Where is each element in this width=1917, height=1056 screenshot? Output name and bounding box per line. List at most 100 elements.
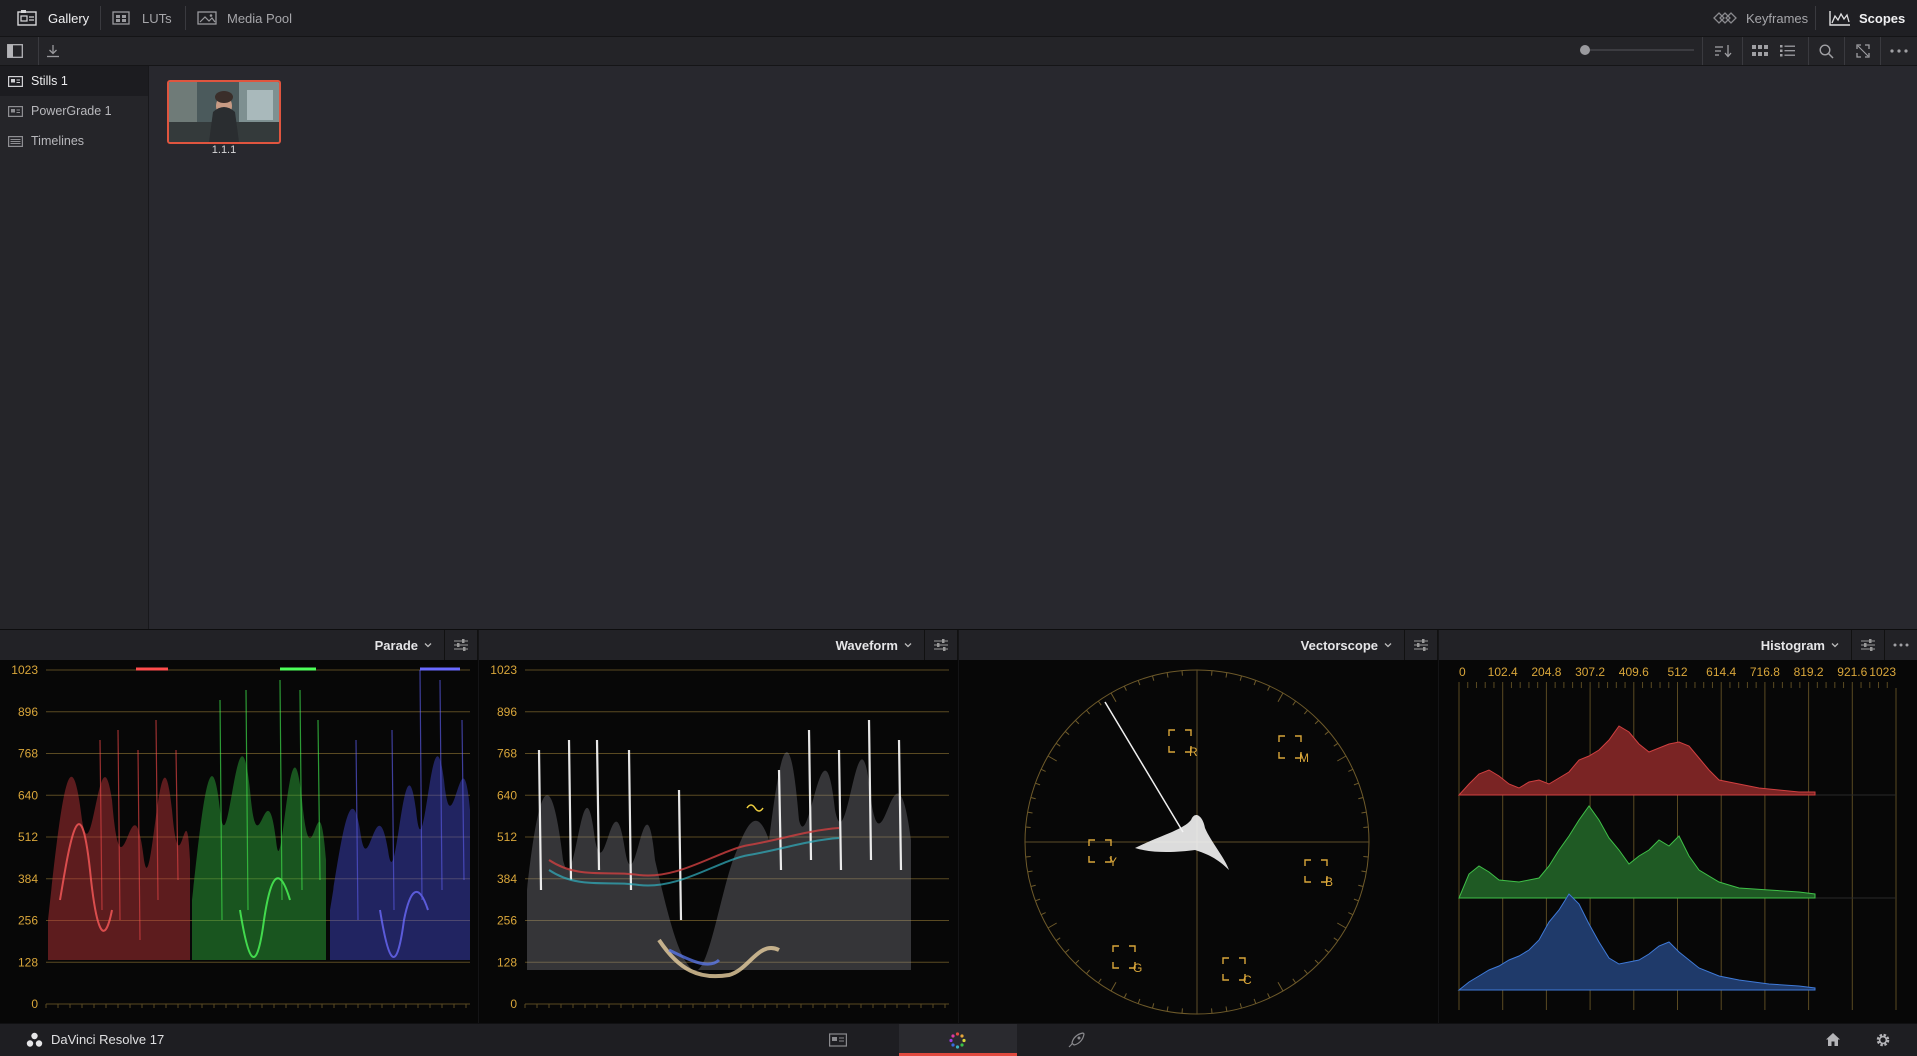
divider bbox=[1702, 37, 1703, 65]
vectorscope-tick bbox=[1240, 676, 1241, 681]
still-thumbnail[interactable] bbox=[167, 80, 281, 144]
zoom-slider-handle[interactable] bbox=[1580, 45, 1590, 55]
page-deliver-button[interactable] bbox=[1068, 1032, 1085, 1051]
sidebar-item-powergrade-1[interactable]: PowerGrade 1 bbox=[0, 96, 148, 126]
sort-icon[interactable] bbox=[1713, 41, 1733, 61]
vectorscope-tick bbox=[1086, 970, 1089, 974]
vectorscope-tick bbox=[1041, 769, 1046, 771]
search-icon[interactable] bbox=[1816, 41, 1836, 61]
grid-view-icon[interactable] bbox=[1750, 41, 1770, 61]
vectorscope-target-g: G bbox=[1113, 946, 1142, 975]
page-color-button[interactable] bbox=[899, 1024, 1017, 1056]
project-settings-button[interactable] bbox=[1875, 1032, 1891, 1051]
vectorscope-tick bbox=[1358, 797, 1363, 798]
histogram-scale-label: 1023 bbox=[1869, 665, 1896, 679]
vectorscope-tick bbox=[1334, 938, 1338, 941]
vectorscope-tick bbox=[1031, 885, 1036, 886]
vectorscope-tick bbox=[1041, 913, 1046, 915]
parade-scale-label: 640 bbox=[18, 788, 38, 802]
color-page-icon bbox=[949, 1032, 966, 1049]
histogram-blue bbox=[1459, 894, 1815, 990]
tab-keyframes[interactable]: Keyframes bbox=[1712, 0, 1808, 36]
parade-settings-button[interactable] bbox=[444, 630, 477, 660]
vectorscope-tick bbox=[1035, 783, 1040, 785]
histogram-scale-label: 512 bbox=[1667, 665, 1687, 679]
vectorscope-targets: RMYBGC bbox=[1089, 730, 1333, 987]
chevron-down-icon[interactable] bbox=[1829, 639, 1841, 651]
waveform-scope: 10238967686405123842561280 bbox=[479, 660, 958, 1024]
vectorscope-target-c: C bbox=[1223, 958, 1252, 987]
media-page-icon bbox=[829, 1032, 847, 1047]
app-name: DaVinci Resolve 17 bbox=[51, 1032, 164, 1047]
vectorscope-tick bbox=[1048, 923, 1057, 928]
home-button[interactable] bbox=[1825, 1032, 1841, 1050]
histogram-scale-label: 614.4 bbox=[1706, 665, 1736, 679]
vectorscope-tick bbox=[1325, 731, 1329, 734]
vectorscope-target-r: R bbox=[1169, 730, 1198, 759]
vectorscope-target-label: G bbox=[1133, 961, 1142, 975]
resolve-logo-icon bbox=[26, 1032, 43, 1051]
sidebar-item-timelines[interactable]: Timelines bbox=[0, 126, 148, 156]
tab-gallery-label: Gallery bbox=[48, 11, 89, 26]
vectorscope-tick bbox=[1226, 1006, 1227, 1011]
vectorscope-settings-button[interactable] bbox=[1404, 630, 1437, 660]
vectorscope-tick bbox=[1035, 899, 1040, 901]
sidebar-toggle-icon[interactable] bbox=[5, 41, 25, 61]
waveform-header: Waveform bbox=[479, 630, 958, 660]
waveform-scale-label: 384 bbox=[497, 872, 517, 886]
chevron-down-icon[interactable] bbox=[902, 639, 914, 651]
parade-scope: 10238967686405123842561280 bbox=[0, 660, 478, 1024]
histogram-green bbox=[1459, 806, 1815, 898]
parade-scale-label: 896 bbox=[18, 705, 38, 719]
more-options-icon bbox=[1893, 643, 1909, 647]
tab-scopes[interactable]: Scopes bbox=[1829, 0, 1905, 36]
parade-scale-label: 512 bbox=[18, 830, 38, 844]
vectorscope-tick bbox=[1028, 871, 1033, 872]
list-view-icon[interactable] bbox=[1778, 41, 1798, 61]
waveform-scale-label: 128 bbox=[497, 955, 517, 969]
vectorscope-target-m: M bbox=[1279, 736, 1309, 765]
vectorscope-tick bbox=[1028, 812, 1033, 813]
chevron-down-icon[interactable] bbox=[1382, 639, 1394, 651]
waveform-scope-selector[interactable]: Waveform bbox=[836, 638, 898, 653]
parade-scale-label: 256 bbox=[18, 914, 38, 928]
waveform-scale-label: 0 bbox=[510, 997, 517, 1011]
expand-icon[interactable] bbox=[1853, 41, 1873, 61]
sidebar-item-stills-1[interactable]: Stills 1 bbox=[0, 66, 148, 96]
histogram-scale-label: 819.2 bbox=[1794, 665, 1824, 679]
histogram-header: Histogram bbox=[1439, 630, 1917, 660]
vectorscope-tick bbox=[1075, 960, 1079, 964]
scopes-more-button[interactable] bbox=[1884, 630, 1917, 660]
sliders-icon bbox=[1414, 639, 1428, 651]
sidebar-item-label: Stills 1 bbox=[31, 74, 68, 88]
parade-scale-label: 384 bbox=[18, 872, 38, 886]
vectorscope-scope: RMYBGC bbox=[959, 660, 1438, 1024]
thumbnail-zoom-slider[interactable] bbox=[1580, 49, 1694, 51]
vectorscope-tick bbox=[1048, 756, 1057, 761]
timeline-album-icon bbox=[8, 136, 23, 147]
vectorscope-scope-selector[interactable]: Vectorscope bbox=[1301, 638, 1378, 653]
parade-scale-label: 0 bbox=[31, 997, 38, 1011]
page-media-button[interactable] bbox=[829, 1032, 847, 1050]
vectorscope-tick bbox=[1075, 720, 1079, 724]
vectorscope-tick bbox=[1254, 999, 1256, 1004]
tab-gallery[interactable]: Gallery bbox=[16, 0, 89, 36]
chevron-down-icon[interactable] bbox=[422, 639, 434, 651]
import-icon[interactable] bbox=[43, 41, 63, 61]
tab-media-pool[interactable]: Media Pool bbox=[197, 0, 292, 36]
more-options-icon[interactable] bbox=[1889, 41, 1909, 61]
top-panel-bar: Gallery LUTs Media Pool Keyframes bbox=[0, 0, 1917, 37]
vectorscope-tick bbox=[1167, 1006, 1168, 1011]
gallery-icon bbox=[16, 9, 40, 27]
histogram-scope-selector[interactable]: Histogram bbox=[1761, 638, 1825, 653]
waveform-settings-button[interactable] bbox=[924, 630, 957, 660]
histogram-settings-button[interactable] bbox=[1851, 630, 1884, 660]
vectorscope-target-b: B bbox=[1305, 860, 1333, 889]
waveform-scale-label: 896 bbox=[497, 705, 517, 719]
vectorscope-tick bbox=[1358, 885, 1363, 886]
vectorscope-tick bbox=[1124, 686, 1126, 691]
parade-scope-selector[interactable]: Parade bbox=[375, 638, 418, 653]
histogram-graph: 0102.4204.8307.2409.6512614.4716.8819.29… bbox=[1439, 660, 1917, 1024]
tab-luts[interactable]: LUTs bbox=[112, 0, 172, 36]
vectorscope-tick bbox=[1315, 720, 1319, 724]
